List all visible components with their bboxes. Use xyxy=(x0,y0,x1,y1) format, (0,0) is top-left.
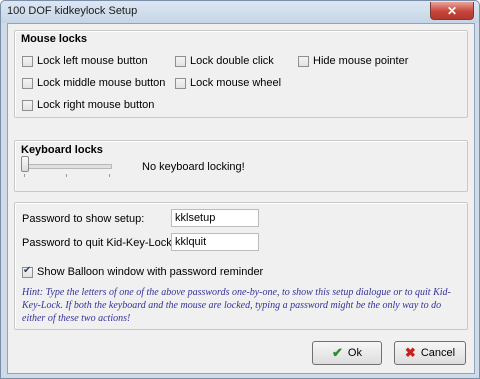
checkbox-label: Lock mouse wheel xyxy=(190,77,282,89)
close-icon: ✕ xyxy=(446,3,458,18)
checkbox-box[interactable] xyxy=(22,99,33,111)
dialog-client-area: Mouse locks Lock left mouse button Lock … xyxy=(7,23,475,374)
keyboard-lock-status: No keyboard locking! xyxy=(142,161,245,173)
window-title: 100 DOF kidkeylock Setup xyxy=(7,5,138,17)
slider-tick xyxy=(66,174,67,177)
ok-button-label: Ok xyxy=(347,347,362,359)
cancel-button-label: Cancel xyxy=(420,347,456,359)
checkbox-box[interactable] xyxy=(22,265,33,278)
lock-left-mouse-button-checkbox[interactable]: Lock left mouse button xyxy=(22,55,148,67)
lock-right-mouse-button-checkbox[interactable]: Lock right mouse button xyxy=(22,99,154,111)
checkbox-label: Show Balloon window with password remind… xyxy=(37,266,264,278)
keyboard-lock-slider-thumb[interactable] xyxy=(21,156,29,172)
close-button[interactable]: ✕ xyxy=(430,2,474,20)
slider-tick xyxy=(109,174,110,177)
title-bar[interactable]: 100 DOF kidkeylock Setup ✕ xyxy=(1,1,479,23)
checkbox-label: Lock middle mouse button xyxy=(37,77,166,89)
setup-password-input[interactable]: kklsetup xyxy=(171,209,259,227)
checkbox-label: Hide mouse pointer xyxy=(313,55,409,67)
show-balloon-checkbox[interactable]: Show Balloon window with password remind… xyxy=(22,265,264,278)
checkbox-box[interactable] xyxy=(22,55,33,67)
ok-button[interactable]: ✔ Ok xyxy=(312,341,382,365)
keyboard-locks-title: Keyboard locks xyxy=(21,144,103,156)
quit-password-input[interactable]: kklquit xyxy=(171,233,259,251)
lock-middle-mouse-button-checkbox[interactable]: Lock middle mouse button xyxy=(22,77,165,89)
cancel-button[interactable]: ✖ Cancel xyxy=(394,341,466,365)
hide-mouse-pointer-checkbox[interactable]: Hide mouse pointer xyxy=(298,55,408,67)
checkbox-box[interactable] xyxy=(175,55,186,67)
lock-double-click-checkbox[interactable]: Lock double click xyxy=(175,55,274,67)
setup-window: 100 DOF kidkeylock Setup ✕ Mouse locks L… xyxy=(0,0,480,379)
quit-password-label: Password to quit Kid-Key-Lock: xyxy=(22,237,175,249)
checkbox-label: Lock left mouse button xyxy=(37,55,148,67)
keyboard-lock-slider-track[interactable] xyxy=(22,164,112,169)
password-hint-text: Hint: Type the letters of one of the abo… xyxy=(22,287,451,324)
setup-password-label: Password to show setup: xyxy=(22,213,145,225)
checkbox-box[interactable] xyxy=(175,77,186,89)
lock-mouse-wheel-checkbox[interactable]: Lock mouse wheel xyxy=(175,77,281,89)
checkbox-box[interactable] xyxy=(298,55,309,67)
mouse-locks-title: Mouse locks xyxy=(21,33,88,45)
checkbox-box[interactable] xyxy=(22,77,33,89)
slider-tick xyxy=(24,174,25,177)
check-icon: ✔ xyxy=(332,345,343,360)
x-icon: ✖ xyxy=(404,345,416,360)
checkbox-label: Lock double click xyxy=(190,55,274,67)
checkbox-label: Lock right mouse button xyxy=(37,99,155,111)
